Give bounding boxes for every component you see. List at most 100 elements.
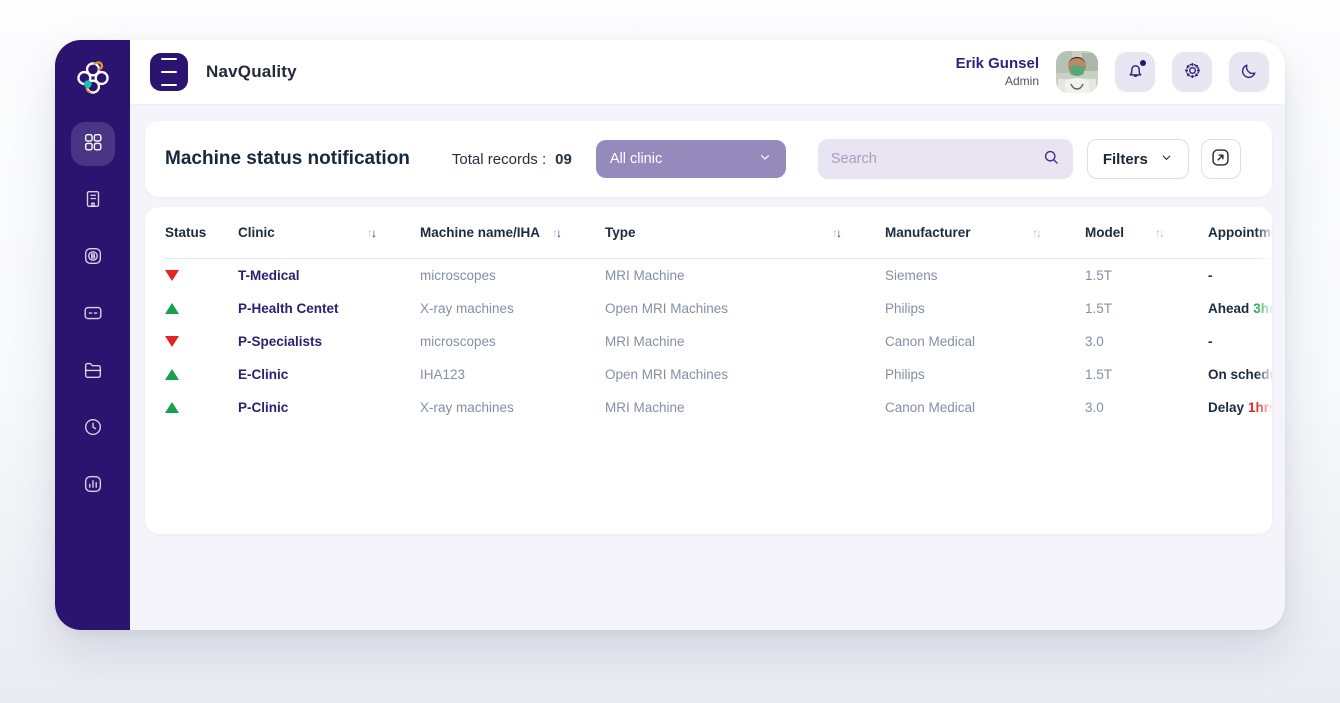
sidebar-item-reports[interactable] <box>71 464 115 508</box>
table-row[interactable]: T-Medical microscopes MRI Machine Siemen… <box>165 259 1272 292</box>
page-title: Machine status notification <box>165 148 410 170</box>
expand-button[interactable] <box>1201 139 1241 179</box>
model-cell: 1.5T <box>1085 268 1208 283</box>
main-area: NavQuality Erik Gunsel Admin <box>130 40 1285 630</box>
top-header: NavQuality Erik Gunsel Admin <box>130 40 1285 105</box>
chevron-down-icon <box>1160 151 1173 168</box>
toolbar-card: Machine status notification Total record… <box>145 121 1272 197</box>
status-cell <box>165 270 238 281</box>
manufacturer-cell: Philips <box>885 367 1085 382</box>
user-role: Admin <box>956 74 1039 89</box>
table-row[interactable]: E-Clinic IHA123 Open MRI Machines Philip… <box>165 358 1272 391</box>
table-header-row: Status Clinic ↑↓ Machine name/IHA ↑↓ Typ… <box>165 207 1272 259</box>
app-window: NavQuality Erik Gunsel Admin <box>55 40 1285 630</box>
status-cell <box>165 402 238 413</box>
total-records: Total records : 09 <box>452 151 572 168</box>
machine-cell: X-ray machines <box>420 301 605 316</box>
appointment-cell: On schedule <box>1208 367 1272 382</box>
filters-label: Filters <box>1103 151 1148 168</box>
sort-icon[interactable]: ↑↓ <box>552 226 560 240</box>
filters-button[interactable]: Filters <box>1087 139 1189 179</box>
clinic-filter-value: All clinic <box>610 151 662 167</box>
total-records-label: Total records : <box>452 151 546 168</box>
appointment-highlight: 1hrs <box>1248 400 1272 415</box>
gear-icon <box>1182 60 1203 84</box>
clinic-cell: P-Health Centet <box>238 301 420 316</box>
status-triangle-icon <box>165 303 179 314</box>
status-cell <box>165 369 238 380</box>
appointment-cell: - <box>1208 334 1272 349</box>
column-header-status[interactable]: Status <box>165 225 238 240</box>
column-header-manufacturer[interactable]: Manufacturer ↑↓ <box>885 225 1085 240</box>
sort-icon[interactable]: ↑↓ <box>832 226 840 240</box>
table-row[interactable]: P-Clinic X-ray machines MRI Machine Cano… <box>165 391 1272 424</box>
clinic-cell: P-Clinic <box>238 400 420 415</box>
user-info: Erik Gunsel Admin <box>956 55 1039 89</box>
machine-cell: X-ray machines <box>420 400 605 415</box>
manufacturer-cell: Philips <box>885 301 1085 316</box>
appointment-highlight: 3hrs <box>1253 301 1272 316</box>
status-cell <box>165 336 238 347</box>
avatar[interactable] <box>1056 51 1098 93</box>
status-triangle-icon <box>165 402 179 413</box>
notification-dot <box>1140 60 1146 66</box>
sidebar-item-history[interactable] <box>71 407 115 451</box>
dashboard-grid-icon <box>82 131 104 158</box>
clinic-filter-dropdown[interactable]: All clinic <box>596 140 786 178</box>
sidebar-item-clinics[interactable] <box>71 179 115 223</box>
brand-title: NavQuality <box>206 62 297 82</box>
header-right: Erik Gunsel Admin <box>956 51 1269 93</box>
sort-icon[interactable]: ↑↓ <box>1155 226 1163 240</box>
clinic-cell: E-Clinic <box>238 367 420 382</box>
search-input[interactable] <box>831 151 1042 167</box>
clinic-building-icon <box>82 188 104 215</box>
moon-icon <box>1239 61 1259 84</box>
search-icon[interactable] <box>1042 148 1060 171</box>
column-header-appointment[interactable]: Appointment <box>1208 225 1272 240</box>
appointment-cell: Ahead 3hrs <box>1208 301 1272 316</box>
appointment-cell: - <box>1208 268 1272 283</box>
type-cell: MRI Machine <box>605 268 885 283</box>
status-triangle-icon <box>165 270 179 281</box>
machine-cell: microscopes <box>420 268 605 283</box>
chevron-down-icon <box>758 150 772 169</box>
status-cell <box>165 303 238 314</box>
machine-cell: IHA123 <box>420 367 605 382</box>
hamburger-menu-button[interactable] <box>150 53 188 91</box>
machine-status-table: Status Clinic ↑↓ Machine name/IHA ↑↓ Typ… <box>145 207 1272 534</box>
search-box <box>818 139 1073 179</box>
model-cell: 1.5T <box>1085 367 1208 382</box>
column-header-clinic[interactable]: Clinic ↑↓ <box>238 225 420 240</box>
table-row[interactable]: P-Specialists microscopes MRI Machine Ca… <box>165 325 1272 358</box>
content-area: Machine status notification Total record… <box>130 105 1285 630</box>
total-records-value: 09 <box>555 151 572 168</box>
sidebar-nav <box>71 122 115 508</box>
history-clock-icon <box>82 416 104 443</box>
settings-button[interactable] <box>1172 52 1212 92</box>
type-cell: Open MRI Machines <box>605 301 885 316</box>
sidebar-item-cards[interactable] <box>71 293 115 337</box>
model-cell: 1.5T <box>1085 301 1208 316</box>
reports-chart-icon <box>82 473 104 500</box>
user-name: Erik Gunsel <box>956 55 1039 74</box>
status-triangle-icon <box>165 369 179 380</box>
type-cell: MRI Machine <box>605 400 885 415</box>
column-header-type[interactable]: Type ↑↓ <box>605 225 885 240</box>
machine-cell: microscopes <box>420 334 605 349</box>
sort-icon[interactable]: ↑↓ <box>1032 226 1040 240</box>
table-row[interactable]: P-Health Centet X-ray machines Open MRI … <box>165 292 1272 325</box>
notifications-button[interactable] <box>1115 52 1155 92</box>
sort-icon[interactable]: ↑↓ <box>367 226 375 240</box>
navquality-logo-icon <box>67 52 119 104</box>
column-header-model[interactable]: Model ↑↓ <box>1085 225 1208 240</box>
dark-mode-button[interactable] <box>1229 52 1269 92</box>
sidebar-item-files[interactable] <box>71 350 115 394</box>
column-header-machine-name[interactable]: Machine name/IHA ↑↓ <box>420 225 605 240</box>
manufacturer-cell: Canon Medical <box>885 400 1085 415</box>
sidebar-item-dashboard[interactable] <box>71 122 115 166</box>
type-cell: Open MRI Machines <box>605 367 885 382</box>
folder-icon <box>82 359 104 386</box>
clinic-cell: P-Specialists <box>238 334 420 349</box>
sidebar-item-machines[interactable] <box>71 236 115 280</box>
model-cell: 3.0 <box>1085 400 1208 415</box>
